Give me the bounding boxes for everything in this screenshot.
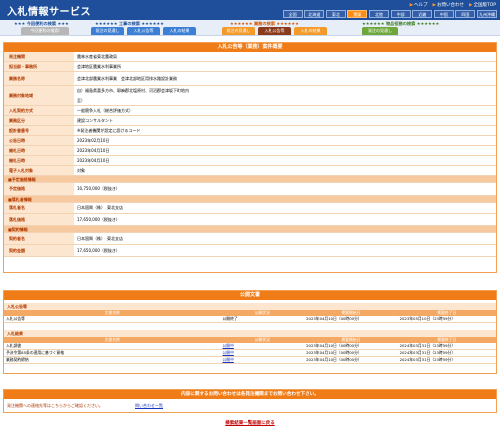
region-tab[interactable]: 九州沖縄 [477,10,497,18]
document-link[interactable]: 公開中 [222,350,233,355]
tab-goods-outlook[interactable]: 発注の見通し [362,27,398,35]
region-to: 至） [77,97,85,103]
document-link[interactable]: 公開中 [222,343,233,348]
region-tab[interactable]: 近畿 [412,10,433,18]
detail-row: 契約金額 17,650,000（税抜き） [4,245,496,257]
contact-heading: 内容に関するお問い合わせは各発注機関までお問い合わせ下さい。 [4,390,496,399]
contact-link[interactable]: ▶お問い合わせ [433,2,464,8]
detail-row: 発注機関 農林水産省東北農政局 [4,52,496,62]
detail-row: 入札契約方式 一般競争入札（総合評価方式） [4,106,496,116]
inquiry-list-link[interactable]: 問い合わせ一覧 [135,403,163,409]
detail-row: 開札日時 2023年04月10日 [4,146,496,156]
region-tabs: 全国 北海道 東北 関東 北陸 中部 近畿 中国 四国 九州沖縄 [282,10,497,18]
detail-row: 業務名称 会津北部農業水利事業 会津北部地区用排水路設計業務 [4,72,496,86]
app-title: 入札情報サービス [7,7,91,18]
detail-row: 業務対象地域 自）福島県喜多方市、耶麻郡北塩原村、河沼郡会津坂下町地内 至） [4,86,496,106]
region-from: 自）福島県喜多方市、耶麻郡北塩原村、河沼郡会津坂下町地内 [77,87,189,93]
docs-section-result: 入札結果 [4,330,496,337]
docs-title: 公開文書 [4,291,496,300]
tab-works-notice[interactable]: 入札公告等 [127,27,160,35]
docs-table-result: 文書名称 公開状況 掲載開始日 掲載終了日 入札調書 公開中 2023年04月1… [4,337,496,364]
detail-row: 契約者名 日本国興（株） 東北支店 [4,233,496,245]
detail-row: 落札価格 17,650,000（税抜き） [4,214,496,226]
search-menu: ★★★ 今回便利の検索 ★★★ ★★★★★★ 工事の検索 ★★★★★★ ★★★★… [0,20,500,36]
header-links: ▶ヘルプ ▶お問い合わせ ▶全国版TOP [410,2,496,8]
contact-text: 発注機関への連絡先等はこちらからご確認ください。 [7,403,103,408]
detail-row: 落札者名 日本国興（株） 東北支店 [4,203,496,214]
table-row: 予決令第85条の適用に基づく資格 公開中 2023年04月10日（00時00分）… [4,349,496,357]
detail-row: 業務区分 建設コンサルタント [4,116,496,126]
region-tab[interactable]: 北陸 [369,10,390,18]
tab-works-result[interactable]: 入札の結果 [163,27,196,35]
region-tab[interactable]: 中部 [390,10,411,18]
region-tab[interactable]: 全国 [282,10,303,18]
tab-convenient-search[interactable]: 今回便利の検索Ⅰ [21,27,69,35]
tab-services-result[interactable]: 入札の結果 [294,27,327,35]
tab-works-outlook[interactable]: 発注の見通し [91,27,124,35]
docs-section-notice: 入札公告等 [4,303,496,310]
detail-row: 電子入札対象 対象 [4,166,496,176]
detail-table: 発注機関 農林水産省東北農政局 担当部・事務所 会津地区農業水利事業所 業務名称 会津… [4,52,496,257]
docs-table-notice: 文書名称 公開状況 掲載開始日 掲載終了日 入札公告等 公開終了 2023年04… [4,310,496,323]
table-row: 業務契約締結 公開中 2023年04月10日（00時00分） 2024年03月3… [4,356,496,364]
table-row: 入札公告等 公開終了 2023年04月10日（00時00分） 2023年05月1… [4,316,496,323]
contact-panel: 内容に関するお問い合わせは各発注機関までお問い合わせ下さい。 発注機関への連絡先… [3,389,497,413]
region-tab[interactable]: 北海道 [304,10,325,18]
public-documents-panel: 公開文書 入札公告等 文書名称 公開状況 掲載開始日 掲載終了日 入札公告等 公… [3,290,497,374]
back-to-results-link[interactable]: 検索結果一覧画面に戻る [0,420,500,426]
panel-title: 入札公告等（業務）案件概要 [4,43,496,52]
top-link[interactable]: ▶全国版TOP [469,2,496,8]
tab-services-notice[interactable]: 入札公告等 [258,27,291,35]
region-tab[interactable]: 四国 [455,10,476,18]
region-tab-active[interactable]: 関東 [347,10,368,18]
notice-detail-panel: 入札公告等（業務）案件概要 発注機関 農林水産省東北農政局 担当部・事務所 会津地区… [3,42,497,273]
document-link[interactable]: 公開中 [222,357,233,362]
detail-row: 予定価格 10,750,000（税抜き） [4,183,496,196]
detail-row: 設計書番号 ※発注者機関が設定に設けるコード [4,126,496,136]
detail-row: 開札日時 2023年04月10日 [4,156,496,166]
tab-services-outlook[interactable]: 発注の見通し [222,27,255,35]
detail-row: 公告日時 2023年02月10日 [4,136,496,146]
top-header: 入札情報サービス ▶ヘルプ ▶お問い合わせ ▶全国版TOP 全国 北海道 東北 … [0,0,500,20]
detail-row: 担当部・事務所 会津地区農業水利事業所 [4,62,496,72]
section-estimate: ■予定価格情報 [4,176,496,183]
section-award: ■落札者情報 [4,196,496,203]
region-tab[interactable]: 東北 [325,10,346,18]
region-tab[interactable]: 中国 [433,10,454,18]
section-contract: ■契約情報 [4,226,496,233]
help-link[interactable]: ▶ヘルプ [410,2,428,8]
